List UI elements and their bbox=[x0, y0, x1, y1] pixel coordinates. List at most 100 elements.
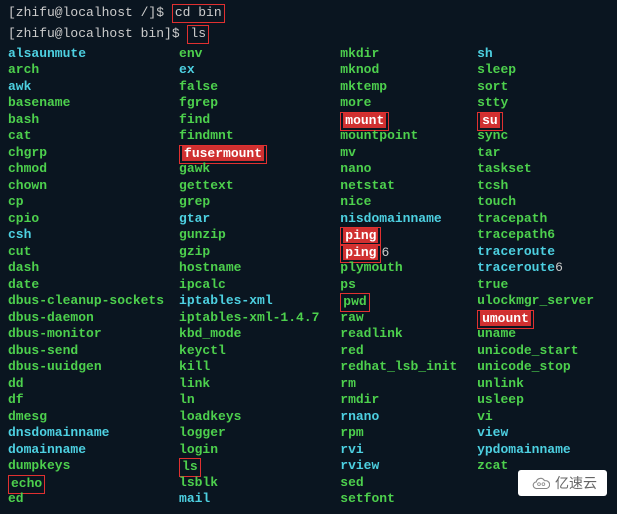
file-item: rview bbox=[340, 458, 477, 475]
file-item: nisdomainname bbox=[340, 211, 477, 228]
file-item: gtar bbox=[179, 211, 340, 228]
file-item: echo bbox=[8, 475, 179, 492]
file-item: fgrep bbox=[179, 95, 340, 112]
file-item: pwd bbox=[340, 293, 477, 310]
file-item: findmnt bbox=[179, 128, 340, 145]
file-item: mount bbox=[340, 112, 477, 129]
file-item: ln bbox=[179, 392, 340, 409]
file-item: logger bbox=[179, 425, 340, 442]
file-item: umount bbox=[477, 310, 609, 327]
file-item: unlink bbox=[477, 376, 609, 393]
file-item: tracepath bbox=[477, 211, 609, 228]
file-item: ping bbox=[340, 227, 477, 244]
file-item: sed bbox=[340, 475, 477, 492]
terminal-output: [zhifu@localhost /]$ cd bin [zhifu@local… bbox=[8, 4, 609, 508]
file-item: mail bbox=[179, 491, 340, 508]
listing-column: shsleepsortsttysusynctartasksettcshtouch… bbox=[477, 46, 609, 508]
file-item: cut bbox=[8, 244, 179, 261]
file-item: dbus-monitor bbox=[8, 326, 179, 343]
file-item: su bbox=[477, 112, 609, 129]
file-item: mktemp bbox=[340, 79, 477, 96]
file-item: mkdir bbox=[340, 46, 477, 63]
file-item: unicode_stop bbox=[477, 359, 609, 376]
file-item: awk bbox=[8, 79, 179, 96]
file-item: cp bbox=[8, 194, 179, 211]
file-item: link bbox=[179, 376, 340, 393]
file-item: fusermount bbox=[179, 145, 340, 162]
file-item: chown bbox=[8, 178, 179, 195]
file-item: dash bbox=[8, 260, 179, 277]
file-item: plymouth bbox=[340, 260, 477, 277]
file-item: mv bbox=[340, 145, 477, 162]
file-listing: alsaunmutearchawkbasenamebashcatchgrpchm… bbox=[8, 46, 609, 508]
file-item: keyctl bbox=[179, 343, 340, 360]
file-item: domainname bbox=[8, 442, 179, 459]
listing-column: envexfalsefgrepfindfindmntfusermountgawk… bbox=[179, 46, 340, 508]
file-item: gzip bbox=[179, 244, 340, 261]
file-item: mknod bbox=[340, 62, 477, 79]
file-item: netstat bbox=[340, 178, 477, 195]
file-item: df bbox=[8, 392, 179, 409]
file-item: csh bbox=[8, 227, 179, 244]
file-item: rm bbox=[340, 376, 477, 393]
file-item: dnsdomainname bbox=[8, 425, 179, 442]
file-item: sort bbox=[477, 79, 609, 96]
file-item: tracepath6 bbox=[477, 227, 609, 244]
listing-column: alsaunmutearchawkbasenamebashcatchgrpchm… bbox=[8, 46, 179, 508]
file-item: env bbox=[179, 46, 340, 63]
file-item: tcsh bbox=[477, 178, 609, 195]
file-item: setfont bbox=[340, 491, 477, 508]
file-item: dd bbox=[8, 376, 179, 393]
file-item: vi bbox=[477, 409, 609, 426]
file-item: date bbox=[8, 277, 179, 294]
file-item: rpm bbox=[340, 425, 477, 442]
file-item: stty bbox=[477, 95, 609, 112]
file-item: traceroute bbox=[477, 244, 609, 261]
file-item: bash bbox=[8, 112, 179, 129]
file-item: dumpkeys bbox=[8, 458, 179, 475]
file-item: arch bbox=[8, 62, 179, 79]
file-item: rnano bbox=[340, 409, 477, 426]
file-item: mountpoint bbox=[340, 128, 477, 145]
file-item: view bbox=[477, 425, 609, 442]
file-item: usleep bbox=[477, 392, 609, 409]
file-item: ex bbox=[179, 62, 340, 79]
file-item: ps bbox=[340, 277, 477, 294]
file-item: unicode_start bbox=[477, 343, 609, 360]
file-item: hostname bbox=[179, 260, 340, 277]
prompt-line-2: [zhifu@localhost bin]$ ls bbox=[8, 25, 609, 44]
file-item: nano bbox=[340, 161, 477, 178]
file-item: gunzip bbox=[179, 227, 340, 244]
file-item: uname bbox=[477, 326, 609, 343]
command-ls: ls bbox=[187, 25, 209, 44]
file-item: dmesg bbox=[8, 409, 179, 426]
file-item: touch bbox=[477, 194, 609, 211]
file-item: dbus-send bbox=[8, 343, 179, 360]
file-item: true bbox=[477, 277, 609, 294]
file-item: iptables-xml bbox=[179, 293, 340, 310]
watermark: 亿速云 bbox=[518, 470, 607, 496]
file-item: cat bbox=[8, 128, 179, 145]
file-item: lsblk bbox=[179, 475, 340, 492]
file-item: rvi bbox=[340, 442, 477, 459]
file-item: ipcalc bbox=[179, 277, 340, 294]
prompt-text: [zhifu@localhost /]$ bbox=[8, 5, 172, 20]
file-item: basename bbox=[8, 95, 179, 112]
file-item: readlink bbox=[340, 326, 477, 343]
file-item: gettext bbox=[179, 178, 340, 195]
file-item: ls bbox=[179, 458, 340, 475]
prompt-line-1: [zhifu@localhost /]$ cd bin bbox=[8, 4, 609, 23]
file-item: traceroute6 bbox=[477, 260, 609, 277]
file-item: taskset bbox=[477, 161, 609, 178]
file-item: rmdir bbox=[340, 392, 477, 409]
file-item: gawk bbox=[179, 161, 340, 178]
file-item: sync bbox=[477, 128, 609, 145]
file-item: kill bbox=[179, 359, 340, 376]
file-item: ed bbox=[8, 491, 179, 508]
file-item: red bbox=[340, 343, 477, 360]
file-item: false bbox=[179, 79, 340, 96]
file-item: more bbox=[340, 95, 477, 112]
cloud-icon bbox=[528, 476, 550, 490]
file-item: ping6 bbox=[340, 244, 477, 261]
file-item: chmod bbox=[8, 161, 179, 178]
